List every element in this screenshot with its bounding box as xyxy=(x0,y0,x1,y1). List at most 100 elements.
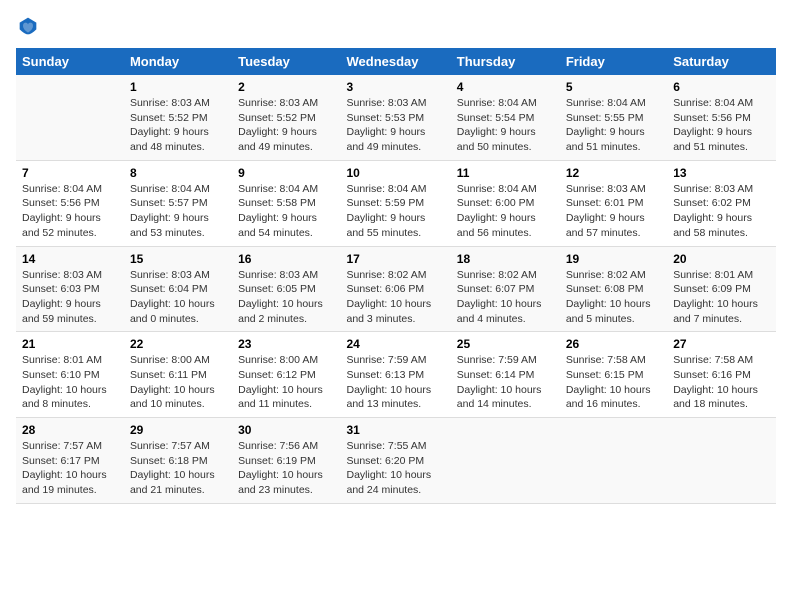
day-number: 9 xyxy=(238,166,334,180)
day-info: Sunrise: 8:03 AM Sunset: 6:03 PM Dayligh… xyxy=(22,268,118,327)
calendar-cell: 2 Sunrise: 8:03 AM Sunset: 5:52 PM Daylig… xyxy=(232,75,340,160)
day-number: 14 xyxy=(22,252,118,266)
calendar-cell: 4 Sunrise: 8:04 AM Sunset: 5:54 PM Daylig… xyxy=(451,75,560,160)
calendar-cell: 20 Sunrise: 8:01 AM Sunset: 6:09 PM Dayli… xyxy=(667,246,776,332)
day-number: 23 xyxy=(238,337,334,351)
logo xyxy=(16,16,38,36)
day-number: 29 xyxy=(130,423,226,437)
day-info: Sunrise: 8:04 AM Sunset: 5:54 PM Dayligh… xyxy=(457,96,554,155)
calendar-cell: 31 Sunrise: 7:55 AM Sunset: 6:20 PM Dayli… xyxy=(341,418,451,504)
calendar-cell xyxy=(560,418,667,504)
day-number: 11 xyxy=(457,166,554,180)
calendar-cell: 15 Sunrise: 8:03 AM Sunset: 6:04 PM Dayli… xyxy=(124,246,232,332)
calendar-cell: 11 Sunrise: 8:04 AM Sunset: 6:00 PM Dayli… xyxy=(451,160,560,246)
calendar-cell xyxy=(667,418,776,504)
day-info: Sunrise: 8:00 AM Sunset: 6:11 PM Dayligh… xyxy=(130,353,226,412)
day-number: 24 xyxy=(347,337,445,351)
calendar-week-5: 28 Sunrise: 7:57 AM Sunset: 6:17 PM Dayli… xyxy=(16,418,776,504)
calendar-cell: 7 Sunrise: 8:04 AM Sunset: 5:56 PM Daylig… xyxy=(16,160,124,246)
day-number: 12 xyxy=(566,166,661,180)
calendar-cell: 29Sunrise: 7:57 AM Sunset: 6:18 PM Dayli… xyxy=(124,418,232,504)
day-number: 7 xyxy=(22,166,118,180)
day-info: Sunrise: 8:04 AM Sunset: 5:59 PM Dayligh… xyxy=(347,182,445,241)
calendar-table: SundayMondayTuesdayWednesdayThursdayFrid… xyxy=(16,48,776,504)
day-number: 25 xyxy=(457,337,554,351)
calendar-week-3: 14 Sunrise: 8:03 AM Sunset: 6:03 PM Dayli… xyxy=(16,246,776,332)
calendar-cell: 16 Sunrise: 8:03 AM Sunset: 6:05 PM Dayli… xyxy=(232,246,340,332)
day-info: Sunrise: 7:58 AM Sunset: 6:15 PM Dayligh… xyxy=(566,353,661,412)
day-number: 28 xyxy=(22,423,118,437)
calendar-cell: 23 Sunrise: 8:00 AM Sunset: 6:12 PM Dayli… xyxy=(232,332,340,418)
calendar-cell: 28 Sunrise: 7:57 AM Sunset: 6:17 PM Dayli… xyxy=(16,418,124,504)
calendar-cell: 27 Sunrise: 7:58 AM Sunset: 6:16 PM Dayli… xyxy=(667,332,776,418)
calendar-week-1: 1 Sunrise: 8:03 AM Sunset: 5:52 PM Daylig… xyxy=(16,75,776,160)
calendar-cell: 21Sunrise: 8:01 AM Sunset: 6:10 PM Dayli… xyxy=(16,332,124,418)
calendar-cell: 22 Sunrise: 8:00 AM Sunset: 6:11 PM Dayli… xyxy=(124,332,232,418)
calendar-cell: 9 Sunrise: 8:04 AM Sunset: 5:58 PM Daylig… xyxy=(232,160,340,246)
day-info: Sunrise: 8:04 AM Sunset: 5:56 PM Dayligh… xyxy=(22,182,118,241)
calendar-cell: 24 Sunrise: 7:59 AM Sunset: 6:13 PM Dayli… xyxy=(341,332,451,418)
day-info: Sunrise: 8:00 AM Sunset: 6:12 PM Dayligh… xyxy=(238,353,334,412)
calendar-cell: 12Sunrise: 8:03 AM Sunset: 6:01 PM Dayli… xyxy=(560,160,667,246)
day-number: 30 xyxy=(238,423,334,437)
calendar-cell: 30 Sunrise: 7:56 AM Sunset: 6:19 PM Dayli… xyxy=(232,418,340,504)
day-number: 27 xyxy=(673,337,770,351)
day-info: Sunrise: 7:59 AM Sunset: 6:14 PM Dayligh… xyxy=(457,353,554,412)
calendar-cell: 19 Sunrise: 8:02 AM Sunset: 6:08 PM Dayli… xyxy=(560,246,667,332)
day-info: Sunrise: 8:03 AM Sunset: 6:02 PM Dayligh… xyxy=(673,182,770,241)
day-number: 15 xyxy=(130,252,226,266)
day-number: 13 xyxy=(673,166,770,180)
day-info: Sunrise: 8:03 AM Sunset: 6:05 PM Dayligh… xyxy=(238,268,334,327)
day-info: Sunrise: 8:03 AM Sunset: 5:52 PM Dayligh… xyxy=(130,96,226,155)
day-number: 16 xyxy=(238,252,334,266)
day-info: Sunrise: 8:02 AM Sunset: 6:06 PM Dayligh… xyxy=(347,268,445,327)
day-number: 19 xyxy=(566,252,661,266)
day-info: Sunrise: 8:03 AM Sunset: 5:53 PM Dayligh… xyxy=(347,96,445,155)
calendar-cell xyxy=(16,75,124,160)
day-number: 20 xyxy=(673,252,770,266)
col-header-wednesday: Wednesday xyxy=(341,48,451,75)
day-info: Sunrise: 8:04 AM Sunset: 5:56 PM Dayligh… xyxy=(673,96,770,155)
day-number: 26 xyxy=(566,337,661,351)
col-header-saturday: Saturday xyxy=(667,48,776,75)
day-number: 4 xyxy=(457,80,554,94)
calendar-cell: 26 Sunrise: 7:58 AM Sunset: 6:15 PM Dayli… xyxy=(560,332,667,418)
day-info: Sunrise: 8:02 AM Sunset: 6:08 PM Dayligh… xyxy=(566,268,661,327)
day-number: 8 xyxy=(130,166,226,180)
calendar-cell: 17 Sunrise: 8:02 AM Sunset: 6:06 PM Dayli… xyxy=(341,246,451,332)
col-header-friday: Friday xyxy=(560,48,667,75)
calendar-cell: 3Sunrise: 8:03 AM Sunset: 5:53 PM Daylig… xyxy=(341,75,451,160)
day-info: Sunrise: 8:04 AM Sunset: 5:55 PM Dayligh… xyxy=(566,96,661,155)
day-info: Sunrise: 7:57 AM Sunset: 6:17 PM Dayligh… xyxy=(22,439,118,498)
calendar-cell: 14 Sunrise: 8:03 AM Sunset: 6:03 PM Dayli… xyxy=(16,246,124,332)
day-info: Sunrise: 8:04 AM Sunset: 5:58 PM Dayligh… xyxy=(238,182,334,241)
col-header-monday: Monday xyxy=(124,48,232,75)
calendar-cell: 8 Sunrise: 8:04 AM Sunset: 5:57 PM Daylig… xyxy=(124,160,232,246)
day-number: 2 xyxy=(238,80,334,94)
day-info: Sunrise: 7:59 AM Sunset: 6:13 PM Dayligh… xyxy=(347,353,445,412)
calendar-cell: 1 Sunrise: 8:03 AM Sunset: 5:52 PM Daylig… xyxy=(124,75,232,160)
day-info: Sunrise: 8:04 AM Sunset: 6:00 PM Dayligh… xyxy=(457,182,554,241)
day-number: 6 xyxy=(673,80,770,94)
calendar-cell: 13 Sunrise: 8:03 AM Sunset: 6:02 PM Dayli… xyxy=(667,160,776,246)
day-number: 22 xyxy=(130,337,226,351)
day-number: 17 xyxy=(347,252,445,266)
day-info: Sunrise: 8:03 AM Sunset: 5:52 PM Dayligh… xyxy=(238,96,334,155)
calendar-cell xyxy=(451,418,560,504)
day-info: Sunrise: 7:55 AM Sunset: 6:20 PM Dayligh… xyxy=(347,439,445,498)
day-info: Sunrise: 7:56 AM Sunset: 6:19 PM Dayligh… xyxy=(238,439,334,498)
col-header-sunday: Sunday xyxy=(16,48,124,75)
day-info: Sunrise: 8:02 AM Sunset: 6:07 PM Dayligh… xyxy=(457,268,554,327)
day-info: Sunrise: 8:04 AM Sunset: 5:57 PM Dayligh… xyxy=(130,182,226,241)
day-info: Sunrise: 7:58 AM Sunset: 6:16 PM Dayligh… xyxy=(673,353,770,412)
day-info: Sunrise: 8:01 AM Sunset: 6:09 PM Dayligh… xyxy=(673,268,770,327)
day-number: 31 xyxy=(347,423,445,437)
calendar-week-2: 7 Sunrise: 8:04 AM Sunset: 5:56 PM Daylig… xyxy=(16,160,776,246)
logo-icon xyxy=(18,16,38,36)
day-info: Sunrise: 8:03 AM Sunset: 6:04 PM Dayligh… xyxy=(130,268,226,327)
day-number: 1 xyxy=(130,80,226,94)
calendar-cell: 10 Sunrise: 8:04 AM Sunset: 5:59 PM Dayli… xyxy=(341,160,451,246)
calendar-cell: 25 Sunrise: 7:59 AM Sunset: 6:14 PM Dayli… xyxy=(451,332,560,418)
day-number: 10 xyxy=(347,166,445,180)
calendar-cell: 6 Sunrise: 8:04 AM Sunset: 5:56 PM Daylig… xyxy=(667,75,776,160)
